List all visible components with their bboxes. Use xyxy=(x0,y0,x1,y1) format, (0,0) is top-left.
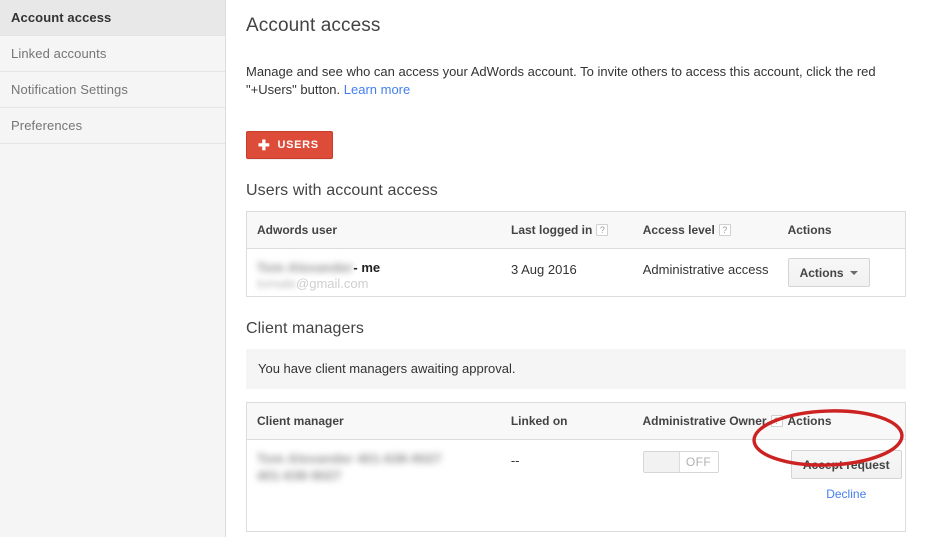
accept-request-button[interactable]: Accept request xyxy=(790,450,902,479)
cell-administrative-owner: OFF xyxy=(642,440,788,532)
column-header-label: Actions xyxy=(787,414,832,428)
sidebar-item-label: Preferences xyxy=(11,118,83,133)
add-users-button[interactable]: ✚ USERS xyxy=(246,131,333,159)
accept-request-button-label: Accept request xyxy=(802,457,890,472)
learn-more-link[interactable]: Learn more xyxy=(344,82,410,97)
column-header-linked-on: Linked on xyxy=(510,402,643,440)
main-content: Account access Manage and see who can ac… xyxy=(226,0,945,537)
client-managers-section-title: Client managers xyxy=(246,320,364,337)
column-header-label: Linked on xyxy=(510,414,568,428)
column-header-adwords-user: Adwords user xyxy=(246,211,511,249)
row-actions-button[interactable]: Actions xyxy=(787,258,870,287)
column-header-label: Administrative Owner xyxy=(642,414,767,428)
sidebar-item-notification-settings[interactable]: Notification Settings xyxy=(0,72,225,108)
table-row: Tom Alexander 401-638-9027 401-638-9027 … xyxy=(247,440,906,532)
column-header-actions: Actions xyxy=(787,211,906,249)
sidebar-item-label: Account access xyxy=(11,10,112,25)
cell-last-logged-in: 3 Aug 2016 xyxy=(511,262,577,277)
user-email-redacted: tomale xyxy=(257,276,297,291)
client-manager-name-redacted: Tom Alexander 401-638-9027 xyxy=(257,451,442,466)
toggle-knob xyxy=(643,452,680,472)
column-header-label: Last logged in xyxy=(511,223,593,237)
user-name-redacted: Tom Alexander xyxy=(257,260,354,275)
table-row: Tom Alexander- me tomale@gmail.com 3 Aug… xyxy=(247,249,906,297)
row-actions-button-label: Actions xyxy=(799,265,844,280)
cell-actions: Actions xyxy=(787,249,906,297)
sidebar-item-linked-accounts[interactable]: Linked accounts xyxy=(0,36,225,72)
cell-adwords-user: Tom Alexander- me tomale@gmail.com xyxy=(247,249,512,297)
toggle-state-label: OFF xyxy=(679,452,718,472)
column-header-client-manager: Client manager xyxy=(246,402,511,440)
column-header-administrative-owner: Administrative Owner? xyxy=(642,402,788,440)
client-manager-id-redacted: 401-638-9027 xyxy=(257,468,342,483)
column-header-actions: Actions xyxy=(787,402,906,440)
account-access-page: Account access Linked accounts Notificat… xyxy=(0,0,945,537)
description-text: Manage and see who can access your AdWor… xyxy=(246,64,876,97)
cell-client-manager: Tom Alexander 401-638-9027 401-638-9027 xyxy=(247,440,511,532)
user-email-domain: @gmail.com xyxy=(296,276,369,291)
column-header-label: Actions xyxy=(787,223,832,237)
sidebar-item-label: Notification Settings xyxy=(11,82,128,97)
column-header-label: Client manager xyxy=(257,414,344,428)
users-table: Adwords user Last logged in? Access leve… xyxy=(246,211,906,297)
column-header-label: Adwords user xyxy=(257,223,338,237)
page-description: Manage and see who can access your AdWor… xyxy=(246,63,886,99)
cell-request-actions: Accept request Decline xyxy=(787,440,905,532)
administrative-owner-toggle[interactable]: OFF xyxy=(642,451,719,473)
settings-sidebar: Account access Linked accounts Notificat… xyxy=(0,0,226,537)
cell-access-level: Administrative access xyxy=(642,262,769,277)
sidebar-item-label: Linked accounts xyxy=(11,46,107,61)
help-icon[interactable]: ? xyxy=(770,415,783,427)
client-managers-header-row: Client manager Linked on Administrative … xyxy=(246,402,906,440)
user-me-label: - me xyxy=(353,260,381,275)
sidebar-item-preferences[interactable]: Preferences xyxy=(0,108,225,144)
chevron-down-icon xyxy=(849,270,858,275)
plus-icon: ✚ xyxy=(258,136,271,153)
cell-linked-on: -- xyxy=(510,453,520,468)
column-header-access-level: Access level? xyxy=(642,211,788,249)
client-managers-table: Client manager Linked on Administrative … xyxy=(246,402,906,532)
request-actions-group: Accept request Decline xyxy=(787,450,905,501)
column-header-last-logged-in: Last logged in? xyxy=(511,211,643,249)
pending-approval-notice: You have client managers awaiting approv… xyxy=(246,349,906,389)
users-section-title: Users with account access xyxy=(246,182,438,199)
users-table-header-row: Adwords user Last logged in? Access leve… xyxy=(246,211,906,249)
decline-link[interactable]: Decline xyxy=(826,487,866,501)
sidebar-item-account-access[interactable]: Account access xyxy=(0,0,225,36)
help-icon[interactable]: ? xyxy=(718,224,731,236)
add-users-button-label: USERS xyxy=(277,139,319,151)
column-header-label: Access level xyxy=(642,223,715,237)
page-title: Account access xyxy=(246,15,381,36)
help-icon[interactable]: ? xyxy=(596,224,609,236)
